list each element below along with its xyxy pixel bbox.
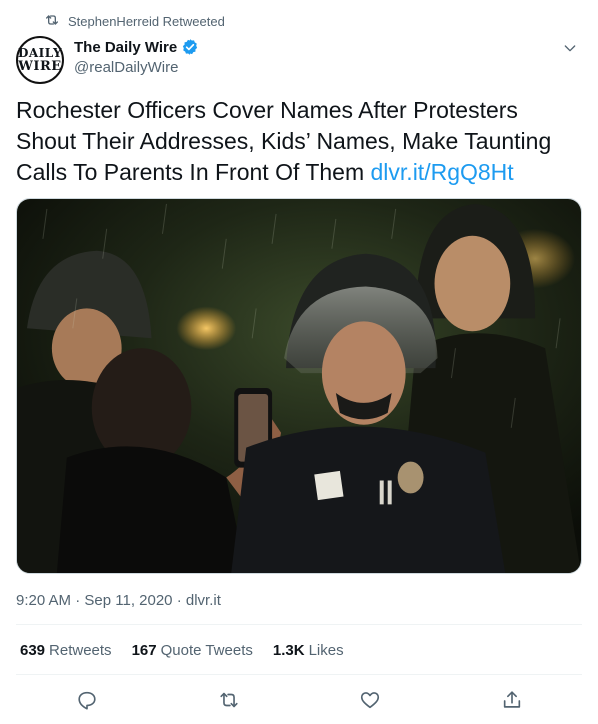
tweet-date[interactable]: Sep 11, 2020: [84, 592, 172, 609]
meta-separator: ·: [176, 592, 182, 609]
tweet-time[interactable]: 9:20 AM: [16, 592, 71, 609]
likes-stat[interactable]: 1.3K Likes: [273, 642, 344, 659]
tweet-image[interactable]: [16, 198, 582, 574]
quote-tweets-stat[interactable]: 167 Quote Tweets: [132, 642, 253, 659]
tweet-header: DAILY WIRE The Daily Wire @realDailyWire: [16, 36, 582, 84]
tweet-actions: [0, 686, 598, 714]
retweet-text: StephenHerreid Retweeted: [68, 13, 225, 29]
tweet-source[interactable]: dlvr.it: [186, 592, 221, 609]
share-button[interactable]: [498, 686, 526, 714]
author-handle[interactable]: @realDailyWire: [74, 59, 199, 76]
retweet-icon: [44, 12, 60, 31]
more-options-button[interactable]: [560, 38, 580, 58]
avatar-text-line1: DAILY: [17, 46, 63, 60]
avatar[interactable]: DAILY WIRE: [16, 36, 64, 84]
meta-separator: ·: [75, 592, 81, 609]
avatar-text-line2: WIRE: [18, 59, 62, 74]
tweet-text: Rochester Officers Cover Names After Pro…: [16, 95, 584, 188]
reply-button[interactable]: [73, 686, 101, 714]
share-icon: [503, 691, 521, 708]
retweet-context[interactable]: StephenHerreid Retweeted: [44, 12, 225, 30]
divider: [16, 674, 582, 675]
tweet-link[interactable]: dlvr.it/RgQ8Ht: [371, 159, 514, 185]
verified-badge-icon: [181, 38, 199, 56]
author-names: The Daily Wire @realDailyWire: [74, 38, 199, 76]
like-icon: [360, 692, 380, 709]
divider: [16, 624, 582, 625]
tweet-stats: 639 Retweets 167 Quote Tweets 1.3K Likes: [20, 642, 344, 659]
tweet-meta: 9:20 AM · Sep 11, 2020 · dlvr.it: [16, 592, 221, 609]
retweet-button[interactable]: [215, 686, 243, 714]
retweets-stat[interactable]: 639 Retweets: [20, 642, 112, 659]
author-name[interactable]: The Daily Wire: [74, 39, 177, 56]
reply-icon: [78, 691, 96, 710]
like-button[interactable]: [356, 686, 384, 714]
chevron-down-icon: [564, 45, 576, 52]
retweet-icon: [220, 692, 238, 708]
